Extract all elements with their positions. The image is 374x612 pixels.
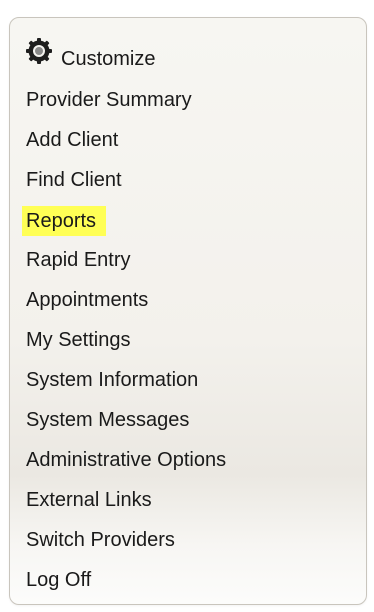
menu-item-provider-summary[interactable]: Provider Summary bbox=[26, 86, 228, 126]
menu-item-log-off[interactable]: Log Off bbox=[26, 566, 228, 606]
menu-item-switch-providers[interactable]: Switch Providers bbox=[26, 526, 228, 566]
menu-item-label: Find Client bbox=[26, 169, 122, 191]
menu-item-label: Provider Summary bbox=[26, 89, 192, 111]
menu-item-label: My Settings bbox=[26, 329, 131, 351]
menu-item-label: Switch Providers bbox=[26, 529, 175, 551]
menu-item-administrative-options[interactable]: Administrative Options bbox=[26, 446, 228, 486]
menu-item-label: System Messages bbox=[26, 409, 190, 431]
menu-list: Provider Summary Add Client Find Client … bbox=[22, 86, 228, 606]
menu-item-reports[interactable]: Reports bbox=[22, 206, 228, 246]
customize-label: Customize bbox=[61, 48, 156, 70]
menu-item-external-links[interactable]: External Links bbox=[26, 486, 228, 526]
navigation-menu-panel: Customize Provider Summary Add Client Fi… bbox=[9, 17, 367, 605]
menu-item-label: External Links bbox=[26, 489, 152, 511]
menu-item-label: Log Off bbox=[26, 569, 92, 591]
menu-item-system-messages[interactable]: System Messages bbox=[26, 406, 228, 446]
menu-item-rapid-entry[interactable]: Rapid Entry bbox=[26, 246, 228, 286]
menu-item-label: Add Client bbox=[26, 129, 119, 151]
menu-item-add-client[interactable]: Add Client bbox=[26, 126, 228, 166]
menu-item-label: System Information bbox=[26, 369, 199, 391]
customize-link[interactable]: Customize bbox=[25, 33, 155, 73]
menu-item-my-settings[interactable]: My Settings bbox=[26, 326, 228, 366]
menu-item-find-client[interactable]: Find Client bbox=[26, 166, 228, 206]
menu-item-label: Appointments bbox=[26, 289, 149, 311]
menu-item-label: Rapid Entry bbox=[26, 249, 131, 271]
menu-item-appointments[interactable]: Appointments bbox=[26, 286, 228, 326]
gear-icon bbox=[25, 37, 53, 65]
menu-item-label: Administrative Options bbox=[26, 449, 227, 471]
menu-item-system-information[interactable]: System Information bbox=[26, 366, 228, 406]
menu-item-label-highlighted: Reports bbox=[22, 206, 107, 236]
